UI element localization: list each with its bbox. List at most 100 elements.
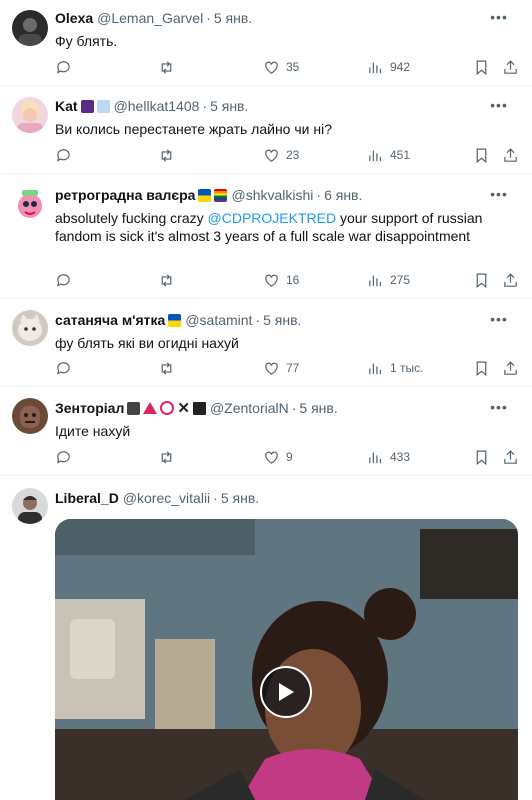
views-icon (369, 452, 382, 463)
views-button[interactable]: 1 тыс. (367, 358, 423, 378)
share-button[interactable] (502, 57, 519, 77)
reply-button[interactable] (55, 447, 72, 467)
retweet-button[interactable] (158, 447, 175, 467)
more-icon[interactable]: ••• (488, 186, 510, 202)
separator: · (255, 312, 261, 328)
triangle-icon (143, 402, 158, 414)
tweet-header: Kat @hellkat1408 · 5 янв. (55, 97, 520, 115)
reply-icon (56, 450, 70, 464)
tweet[interactable]: Зенторіал ✕ @ZentorialN · 5 янв. ••• Іди… (0, 386, 532, 476)
tweet-text-part: absolutely fucking crazy (55, 210, 208, 226)
handle[interactable]: @korec_vitalii (123, 489, 210, 507)
reply-icon (56, 273, 70, 287)
retweet-icon (161, 361, 172, 375)
heart-icon (265, 274, 278, 287)
share-button[interactable] (502, 270, 519, 290)
bookmark-button[interactable] (473, 447, 490, 467)
reply-button[interactable] (55, 57, 72, 77)
views-count: 942 (390, 60, 411, 74)
video-thumbnail[interactable] (55, 519, 518, 800)
retweet-button[interactable] (158, 358, 175, 378)
retweet-button[interactable] (158, 57, 175, 77)
timestamp[interactable]: 5 янв. (299, 399, 337, 417)
tweet-text: Фу блять. (55, 33, 118, 49)
timestamp[interactable]: 5 янв. (210, 97, 248, 115)
like-button[interactable]: 35 (263, 57, 299, 77)
display-name[interactable]: Liberal_D (55, 489, 119, 507)
tweet[interactable]: Kat @hellkat1408 · 5 янв. ••• Ви колись … (0, 87, 532, 174)
timestamp[interactable]: 6 янв. (324, 186, 362, 204)
handle[interactable]: @ZentorialN (210, 399, 289, 417)
display-name[interactable]: Kat (55, 97, 78, 115)
views-button[interactable]: 942 (367, 57, 410, 77)
tweet[interactable]: Olexa @Leman_Garvel · 5 янв. ••• Фу блят… (0, 0, 532, 87)
tweet[interactable]: сатаняча м'ятка @satamint · 5 янв. ••• ф… (0, 299, 532, 386)
gamepad-icon (127, 401, 141, 415)
tweet[interactable]: ретроградна валєра @shkvalkishi · 6 янв.… (0, 174, 532, 299)
avatar[interactable] (12, 310, 48, 346)
mention-link[interactable]: @CDPROJEKTRED (208, 210, 337, 226)
like-count: 23 (286, 148, 300, 162)
avatar[interactable] (12, 186, 48, 222)
like-count: 9 (286, 450, 293, 464)
tweet-header: Olexa @Leman_Garvel · 5 янв. (55, 9, 520, 27)
heart-icon (265, 61, 278, 74)
display-name[interactable]: Зенторіал (55, 399, 124, 417)
share-icon (504, 449, 517, 464)
reply-button[interactable] (55, 358, 72, 378)
display-name[interactable]: сатаняча м'ятка (55, 311, 165, 329)
heart-icon (265, 451, 278, 464)
like-button[interactable]: 23 (263, 145, 299, 165)
tweet-header: сатаняча м'ятка @satamint · 5 янв. (55, 311, 520, 329)
views-button[interactable]: 451 (367, 145, 410, 165)
square-icon (192, 401, 206, 415)
more-icon[interactable]: ••• (488, 9, 510, 25)
avatar[interactable] (12, 97, 48, 133)
timestamp[interactable]: 5 янв. (214, 9, 252, 27)
avatar[interactable] (12, 398, 48, 434)
retweet-button[interactable] (158, 270, 175, 290)
tweet-text: Ідите нахуй (55, 423, 131, 439)
timestamp[interactable]: 5 янв. (263, 311, 301, 329)
share-button[interactable] (502, 358, 519, 378)
more-icon[interactable]: ••• (488, 97, 510, 113)
more-icon[interactable]: ••• (488, 311, 510, 327)
views-icon (369, 150, 382, 161)
handle[interactable]: @hellkat1408 (114, 97, 200, 115)
handle[interactable]: @Leman_Garvel (97, 9, 203, 27)
bookmark-button[interactable] (473, 145, 490, 165)
like-button[interactable]: 77 (263, 358, 299, 378)
retweet-button[interactable] (158, 145, 175, 165)
like-button[interactable]: 9 (263, 447, 293, 467)
tweet-header: Liberal_D @korec_vitalii · 5 янв. (55, 489, 520, 507)
reply-button[interactable] (55, 145, 72, 165)
avatar[interactable] (12, 488, 48, 524)
handle[interactable]: @satamint (185, 311, 252, 329)
reply-icon (56, 60, 70, 74)
like-button[interactable]: 16 (263, 270, 299, 290)
display-name[interactable]: Olexa (55, 9, 93, 27)
separator: · (316, 187, 322, 203)
avatar[interactable] (12, 10, 48, 46)
reply-button[interactable] (55, 270, 72, 290)
like-count: 35 (286, 60, 300, 74)
rainbow-flag-icon (214, 188, 228, 202)
views-count: 451 (390, 148, 411, 162)
like-count: 77 (286, 361, 300, 375)
views-button[interactable]: 275 (367, 270, 410, 290)
display-name[interactable]: ретроградна валєра (55, 186, 195, 204)
separator: · (213, 490, 218, 506)
like-count: 16 (286, 273, 300, 287)
play-icon (279, 683, 294, 701)
bookmark-button[interactable] (473, 270, 490, 290)
handle[interactable]: @shkvalkishi (231, 186, 313, 204)
bookmark-icon (476, 273, 487, 288)
share-button[interactable] (502, 145, 519, 165)
more-icon[interactable]: ••• (488, 399, 510, 415)
play-button[interactable] (260, 666, 312, 718)
bookmark-button[interactable] (473, 358, 490, 378)
views-button[interactable]: 433 (367, 447, 410, 467)
share-button[interactable] (502, 447, 519, 467)
timestamp[interactable]: 5 янв. (221, 489, 259, 507)
bookmark-button[interactable] (473, 57, 490, 77)
